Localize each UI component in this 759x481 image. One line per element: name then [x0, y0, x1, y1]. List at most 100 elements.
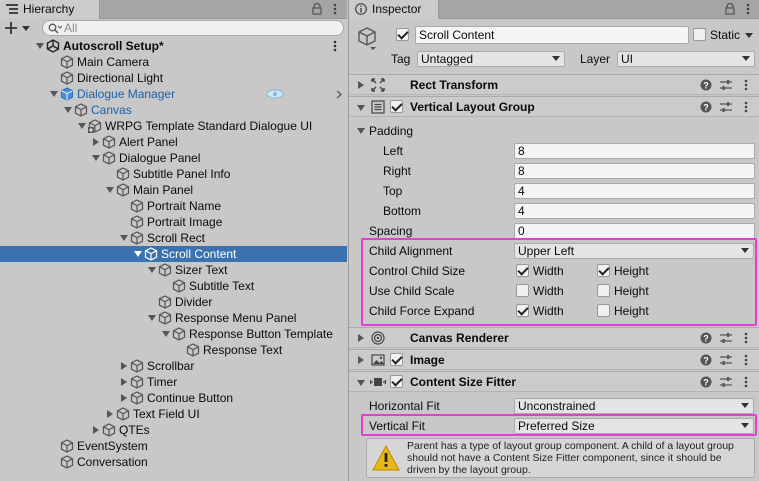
canvas-renderer-header[interactable]: Canvas Renderer ?	[349, 327, 759, 348]
hierarchy-row[interactable]: WRPG Template Standard Dialogue UI	[0, 118, 347, 134]
hierarchy-row[interactable]: Conversation	[0, 454, 347, 470]
hierarchy-row[interactable]: Canvas	[0, 102, 347, 118]
presets-icon[interactable]	[720, 354, 732, 366]
layer-dropdown[interactable]: UI	[617, 51, 755, 67]
component-menu-icon[interactable]	[744, 79, 748, 91]
help-icon[interactable]: ?	[700, 79, 712, 91]
active-checkbox[interactable]	[396, 28, 409, 41]
expanded-arrow-icon[interactable]	[78, 122, 86, 130]
component-menu-icon[interactable]	[744, 376, 748, 388]
rect-transform-header[interactable]: Rect Transform ?	[349, 74, 759, 95]
vertical-layout-group-header[interactable]: Vertical Layout Group ?	[349, 96, 759, 117]
object-name-field[interactable]: Scroll Content	[415, 26, 689, 44]
expanded-arrow-icon[interactable]	[134, 250, 142, 258]
hierarchy-row[interactable]: Response Button Template	[0, 326, 347, 342]
content-size-fitter-enabled-checkbox[interactable]	[390, 375, 403, 388]
tab-menu-icon[interactable]	[333, 3, 337, 15]
lock-icon[interactable]	[725, 3, 735, 15]
component-menu-icon[interactable]	[744, 354, 748, 366]
hierarchy-row[interactable]: QTEs	[0, 422, 347, 438]
expand-width-checkbox[interactable]	[516, 304, 529, 317]
padding-top-field[interactable]: 4	[514, 183, 755, 199]
hierarchy-row[interactable]: Scroll Content	[0, 246, 347, 262]
control-height-checkbox[interactable]	[597, 264, 610, 277]
vertical-layout-enabled-checkbox[interactable]	[390, 100, 403, 113]
hierarchy-row[interactable]: Response Menu Panel	[0, 310, 347, 326]
inspector-tab[interactable]: Inspector	[349, 0, 439, 19]
hierarchy-row[interactable]: Subtitle Panel Info	[0, 166, 347, 182]
presets-icon[interactable]	[720, 101, 732, 113]
help-icon[interactable]: ?	[700, 101, 712, 113]
hierarchy-row[interactable]: Timer	[0, 374, 347, 390]
hierarchy-row[interactable]: Main Panel	[0, 182, 347, 198]
help-icon[interactable]: ?	[700, 376, 712, 388]
hierarchy-row[interactable]: Portrait Name	[0, 198, 347, 214]
image-enabled-checkbox[interactable]	[390, 353, 403, 366]
foldout-arrow-icon[interactable]	[358, 334, 364, 342]
create-button[interactable]	[5, 21, 31, 35]
collapsed-arrow-icon[interactable]	[120, 362, 128, 370]
scene-visibility-icon[interactable]	[266, 89, 284, 99]
hierarchy-row[interactable]: EventSystem	[0, 438, 347, 454]
image-header[interactable]: Image ?	[349, 349, 759, 370]
padding-foldout-icon[interactable]	[357, 128, 365, 134]
component-menu-icon[interactable]	[744, 101, 748, 113]
expanded-arrow-icon[interactable]	[162, 330, 170, 338]
hierarchy-row[interactable]: Subtitle Text	[0, 278, 347, 294]
collapsed-arrow-icon[interactable]	[120, 394, 128, 402]
chevron-right-icon[interactable]	[336, 90, 342, 99]
hierarchy-row[interactable]: Response Text	[0, 342, 347, 358]
collapsed-arrow-icon[interactable]	[92, 426, 100, 434]
hierarchy-row[interactable]: Text Field UI	[0, 406, 347, 422]
hierarchy-row[interactable]: Sizer Text	[0, 262, 347, 278]
hierarchy-row[interactable]: Dialogue Manager	[0, 86, 347, 102]
expanded-arrow-icon[interactable]	[36, 42, 44, 50]
hierarchy-tab[interactable]: Hierarchy	[0, 0, 100, 19]
content-size-fitter-header[interactable]: Content Size Fitter ?	[349, 371, 759, 392]
static-checkbox[interactable]	[693, 28, 706, 41]
presets-icon[interactable]	[720, 332, 732, 344]
hierarchy-row[interactable]: Continue Button	[0, 390, 347, 406]
scene-menu-icon[interactable]	[333, 40, 337, 52]
component-menu-icon[interactable]	[744, 332, 748, 344]
hierarchy-row[interactable]: Scroll Rect	[0, 230, 347, 246]
collapsed-arrow-icon[interactable]	[120, 378, 128, 386]
expanded-arrow-icon[interactable]	[106, 186, 114, 194]
hierarchy-row[interactable]: Alert Panel	[0, 134, 347, 150]
lock-icon[interactable]	[312, 3, 322, 15]
hierarchy-row[interactable]: Autoscroll Setup*	[0, 38, 347, 54]
search-field[interactable]: All	[42, 20, 344, 36]
foldout-arrow-icon[interactable]	[357, 105, 365, 111]
collapsed-arrow-icon[interactable]	[106, 410, 114, 418]
expanded-arrow-icon[interactable]	[120, 234, 128, 242]
scale-height-checkbox[interactable]	[597, 284, 610, 297]
hierarchy-row[interactable]: Directional Light	[0, 70, 347, 86]
expanded-arrow-icon[interactable]	[50, 90, 58, 98]
foldout-arrow-icon[interactable]	[357, 380, 365, 386]
expanded-arrow-icon[interactable]	[148, 266, 156, 274]
foldout-arrow-icon[interactable]	[358, 81, 364, 89]
static-dropdown-icon[interactable]	[745, 33, 753, 38]
control-width-checkbox[interactable]	[516, 264, 529, 277]
hierarchy-row[interactable]: Main Camera	[0, 54, 347, 70]
hierarchy-row[interactable]: Divider	[0, 294, 347, 310]
expand-height-checkbox[interactable]	[597, 304, 610, 317]
padding-left-field[interactable]: 8	[514, 143, 755, 159]
hierarchy-row[interactable]: Scrollbar	[0, 358, 347, 374]
spacing-field[interactable]: 0	[514, 223, 755, 239]
help-icon[interactable]: ?	[700, 354, 712, 366]
child-alignment-dropdown[interactable]: Upper Left	[514, 243, 754, 259]
padding-right-field[interactable]: 8	[514, 163, 755, 179]
expanded-arrow-icon[interactable]	[148, 314, 156, 322]
tab-menu-icon[interactable]	[746, 3, 750, 15]
collapsed-arrow-icon[interactable]	[92, 138, 100, 146]
scale-width-checkbox[interactable]	[516, 284, 529, 297]
tag-dropdown[interactable]: Untagged	[417, 51, 565, 67]
expanded-arrow-icon[interactable]	[64, 106, 72, 114]
help-icon[interactable]: ?	[700, 332, 712, 344]
presets-icon[interactable]	[720, 79, 732, 91]
hierarchy-row[interactable]: Portrait Image	[0, 214, 347, 230]
presets-icon[interactable]	[720, 376, 732, 388]
vertical-fit-dropdown[interactable]: Preferred Size	[514, 418, 754, 434]
foldout-arrow-icon[interactable]	[358, 356, 364, 364]
